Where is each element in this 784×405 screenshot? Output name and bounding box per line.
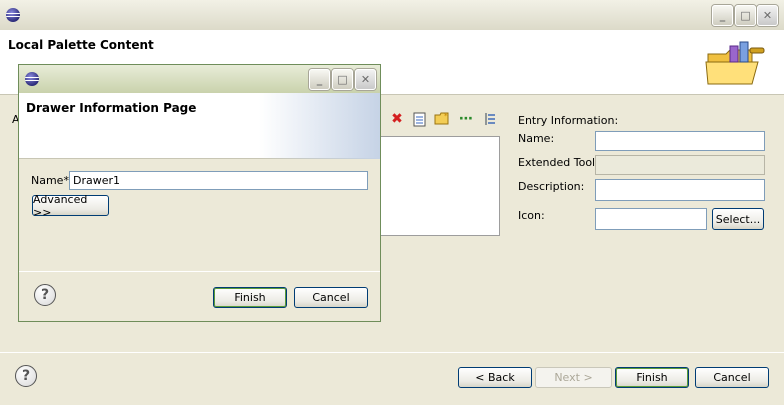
finish-button[interactable]: Finish (615, 367, 689, 388)
name-label: Name: (518, 132, 555, 145)
cancel-button[interactable]: Cancel (695, 367, 769, 388)
minimize-icon: _ (316, 73, 323, 86)
dialog-help-icon[interactable]: ? (34, 284, 56, 306)
stack-icon[interactable] (482, 111, 498, 127)
select-icon-button[interactable]: Select... (712, 208, 764, 230)
close-icon: ✕ (360, 73, 371, 86)
new-entry-icon[interactable] (411, 111, 427, 127)
dialog-maximize-button[interactable]: □ (332, 69, 353, 90)
help-icon[interactable]: ? (15, 365, 37, 387)
outer-title-bar[interactable]: _ □ ✕ (0, 0, 784, 30)
entry-info-heading: Entry Information: (518, 114, 619, 127)
description-field[interactable] (595, 179, 765, 201)
next-button: Next > (535, 367, 612, 388)
dialog-close-button[interactable]: ✕ (355, 69, 376, 90)
button-bar-separator (0, 352, 784, 353)
delete-icon[interactable]: ✖ (389, 111, 405, 127)
close-icon: ✕ (762, 9, 773, 22)
dialog-finish-button[interactable]: Finish (213, 287, 287, 308)
icon-field[interactable] (595, 208, 707, 230)
page-title: Local Palette Content (8, 38, 154, 52)
dialog-eclipse-icon (25, 72, 39, 86)
back-button[interactable]: < Back (458, 367, 532, 388)
dialog-minimize-button[interactable]: _ (309, 69, 330, 90)
maximize-button[interactable]: □ (735, 5, 756, 26)
extended-tool-field (595, 155, 765, 175)
extended-tool-label: Extended Tool: (518, 156, 599, 169)
drawer-information-dialog: _ □ ✕ Drawer Information Page Name* Draw… (18, 64, 381, 322)
description-label: Description: (518, 180, 585, 193)
dialog-title-bar[interactable]: _ □ ✕ (19, 65, 380, 93)
new-drawer-icon[interactable]: * (434, 111, 450, 127)
dialog-header-banner (259, 93, 380, 159)
folder-palette-icon (705, 41, 765, 85)
palette-tree[interactable] (380, 136, 500, 236)
minimize-button[interactable]: _ (712, 5, 733, 26)
advanced-button[interactable]: Advanced >> (32, 193, 109, 219)
minimize-icon: _ (719, 9, 726, 22)
name-field[interactable] (595, 131, 765, 151)
maximize-icon: □ (740, 9, 751, 22)
dialog-page-title: Drawer Information Page (26, 101, 197, 115)
drawer-name-label: Name* (31, 174, 69, 187)
dialog-button-separator (19, 271, 380, 272)
close-button[interactable]: ✕ (757, 5, 778, 26)
separator-icon[interactable]: ⋯ (458, 111, 474, 127)
maximize-icon: □ (337, 73, 348, 86)
eclipse-app-icon (6, 8, 20, 22)
icon-label: Icon: (518, 209, 545, 222)
drawer-name-field[interactable]: Drawer1 (69, 171, 368, 190)
dialog-cancel-button[interactable]: Cancel (294, 287, 368, 308)
svg-text:*: * (444, 112, 448, 120)
